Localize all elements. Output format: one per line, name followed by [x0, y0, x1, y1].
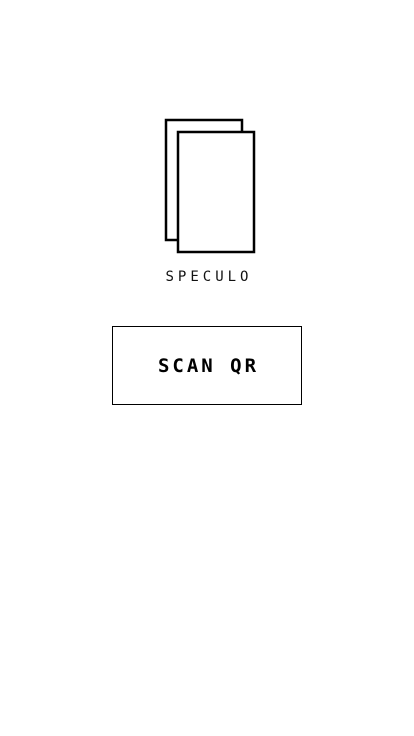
scan-qr-button[interactable]: SCAN QR	[112, 326, 302, 405]
stacked-pages-icon	[164, 118, 256, 254]
app-logo	[164, 118, 256, 254]
app-name: SPECULO	[165, 269, 253, 285]
scan-qr-button-label: SCAN QR	[157, 354, 260, 377]
